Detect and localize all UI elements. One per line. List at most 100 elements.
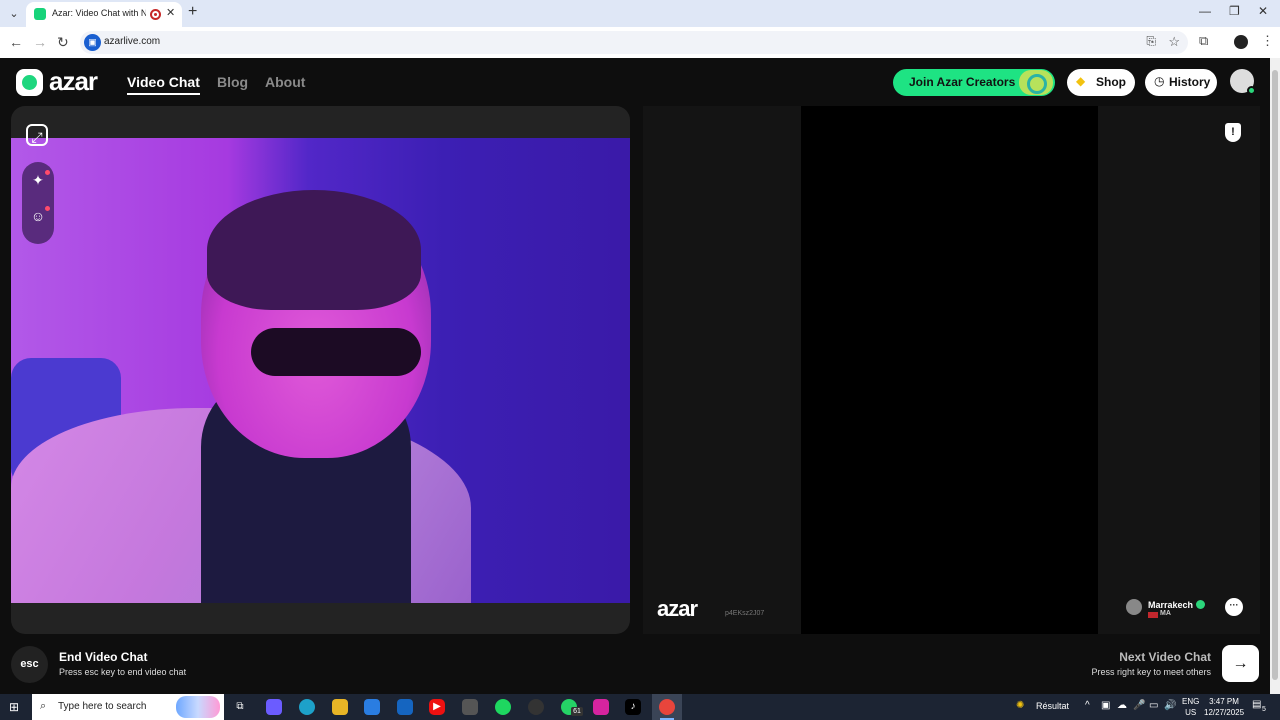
- forward-icon[interactable]: →: [33, 34, 47, 50]
- face-filter-icon[interactable]: ☺: [22, 200, 54, 232]
- my-camera-feed: [11, 138, 630, 603]
- network-icon[interactable]: ▭: [1149, 700, 1158, 711]
- tab-bar: ⌄ Azar: Video Chat with New ✕ + — ❐ ✕: [0, 0, 1280, 27]
- user-avatar-icon[interactable]: [1230, 69, 1256, 95]
- reload-icon[interactable]: ↻: [57, 34, 69, 51]
- mouse-cursor-icon: ➚: [1224, 670, 1235, 684]
- address-bar: ← → ↻ ▣ azarlive.com ⎘ ☆ ⧉ ⋮: [0, 27, 1280, 58]
- taskbar: ⊞ ⌕ Type here to search ⧉ ▶ 61 ♪ ✺ Résul…: [0, 694, 1280, 720]
- chat-icon[interactable]: ···: [1225, 598, 1243, 616]
- bookmark-star-icon[interactable]: ☆: [1168, 34, 1180, 50]
- chat-controls: esc End Video Chat Press esc key to end …: [0, 640, 1270, 694]
- close-window-button[interactable]: ✕: [1258, 4, 1268, 18]
- end-chat-hint: Press esc key to end video chat: [59, 667, 187, 677]
- next-chat-title: Next Video Chat: [1119, 650, 1211, 664]
- tiktok-icon[interactable]: ♪: [625, 699, 641, 715]
- nav-blog[interactable]: Blog: [217, 74, 248, 90]
- search-placeholder: Type here to search: [58, 701, 147, 712]
- outlook-icon[interactable]: [397, 699, 413, 715]
- video-person-hair: [207, 190, 421, 310]
- install-app-icon[interactable]: ⎘: [1146, 34, 1156, 49]
- omnibox[interactable]: ▣ azarlive.com ⎘ ☆: [80, 31, 1188, 54]
- history-label: History: [1169, 75, 1211, 89]
- file-explorer-icon[interactable]: [332, 699, 348, 715]
- recording-icon: [150, 9, 161, 20]
- join-creators-button[interactable]: Join Azar Creators: [893, 69, 1055, 96]
- url-text[interactable]: azarlive.com: [104, 36, 160, 47]
- instagram-icon[interactable]: [593, 699, 609, 715]
- minimize-button[interactable]: —: [1199, 4, 1211, 18]
- microphone-icon[interactable]: 🎤: [1133, 700, 1145, 711]
- scrollbar-thumb[interactable]: [1272, 70, 1278, 680]
- history-button[interactable]: ◷ History: [1145, 69, 1217, 96]
- copilot-icon[interactable]: [266, 699, 282, 715]
- effects-toolbar: ✦ ☺: [22, 162, 54, 244]
- notification-count: 5: [1262, 706, 1266, 713]
- task-view-icon[interactable]: ⧉: [232, 699, 248, 715]
- azar-logo-text[interactable]: azar: [49, 66, 98, 97]
- azar-watermark: azar: [657, 596, 698, 621]
- windows-start-icon[interactable]: ⊞: [9, 700, 23, 714]
- shop-label: Shop: [1096, 75, 1126, 89]
- back-icon[interactable]: ←: [9, 34, 23, 50]
- chrome-icon[interactable]: [659, 699, 675, 715]
- tab-search-icon[interactable]: ⌄: [4, 4, 24, 24]
- report-shield-icon[interactable]: !: [1225, 123, 1241, 142]
- taskbar-search[interactable]: ⌕ Type here to search: [32, 694, 224, 720]
- online-status-icon: [1247, 86, 1256, 95]
- new-dot-icon: [45, 206, 50, 211]
- restore-button[interactable]: ❐: [1229, 4, 1240, 18]
- nav-about[interactable]: About: [265, 74, 305, 90]
- partner-location: Marrakech: [1148, 600, 1194, 610]
- volume-icon[interactable]: 🔊: [1164, 700, 1176, 711]
- new-dot-icon: [45, 170, 50, 175]
- morocco-flag-icon: [1148, 612, 1158, 618]
- extensions-icon[interactable]: ⧉: [1199, 33, 1208, 49]
- sparkle-effects-icon[interactable]: ✦: [22, 164, 54, 196]
- profile-icon[interactable]: [1234, 35, 1248, 49]
- browser-tab[interactable]: Azar: Video Chat with New ✕: [26, 2, 182, 27]
- media-app-icon[interactable]: [462, 699, 478, 715]
- search-icon: ⌕: [40, 700, 47, 712]
- store-icon[interactable]: [364, 699, 380, 715]
- clock-date: 12/27/2025: [1204, 708, 1245, 717]
- shop-button[interactable]: ◆ Shop: [1067, 69, 1135, 96]
- clock[interactable]: 3:47 PM 12/27/2025: [1204, 696, 1244, 718]
- nav-video-chat[interactable]: Video Chat: [127, 74, 200, 95]
- tray-cloud-icon[interactable]: ☁: [1117, 700, 1127, 711]
- partner-avatar-icon[interactable]: [1126, 599, 1142, 615]
- site-header: azar Video Chat Blog About Join Azar Cre…: [0, 58, 1270, 106]
- menu-icon[interactable]: ⋮: [1261, 33, 1274, 49]
- tray-app-icon[interactable]: ▣: [1101, 700, 1110, 711]
- spotify-icon[interactable]: [495, 699, 511, 715]
- azar-logo-icon[interactable]: [16, 69, 43, 96]
- partner-camera-feed: [801, 106, 1098, 634]
- app-icon[interactable]: [528, 699, 544, 715]
- verified-icon: [1196, 600, 1205, 609]
- new-tab-button[interactable]: +: [188, 3, 197, 21]
- language-indicator[interactable]: ENG US: [1182, 696, 1199, 718]
- expand-icon[interactable]: ⤢: [26, 124, 48, 146]
- edge-icon[interactable]: [299, 699, 315, 715]
- gem-icon: ◆: [1076, 74, 1086, 88]
- page-scrollbar[interactable]: [1270, 58, 1280, 694]
- weather-label[interactable]: Résultat: [1036, 701, 1069, 711]
- end-chat-title: End Video Chat: [59, 650, 148, 664]
- tab-close-icon[interactable]: ✕: [166, 6, 175, 19]
- tab-title: Azar: Video Chat with New: [52, 8, 146, 18]
- end-chat-button[interactable]: esc: [11, 646, 48, 683]
- clock-icon: ◷: [1154, 74, 1165, 88]
- watermark-code: p4EKsz2J07: [725, 610, 765, 617]
- browser-chrome: ⌄ Azar: Video Chat with New ✕ + — ❐ ✕ ← …: [0, 0, 1280, 58]
- clock-time: 3:47 PM: [1209, 697, 1239, 706]
- tray-chevron-icon[interactable]: ^: [1085, 700, 1090, 711]
- site-info-icon[interactable]: ▣: [84, 34, 101, 51]
- azar-favicon-icon: [34, 8, 46, 20]
- youtube-icon[interactable]: ▶: [429, 699, 445, 715]
- next-chat-hint: Press right key to meet others: [1091, 667, 1211, 677]
- whatsapp-badge: 61: [571, 707, 583, 716]
- active-app-slot[interactable]: [652, 694, 682, 720]
- partner-country: MA: [1160, 610, 1171, 617]
- weather-icon[interactable]: ✺: [1016, 700, 1024, 711]
- video-person-glasses: [251, 328, 421, 376]
